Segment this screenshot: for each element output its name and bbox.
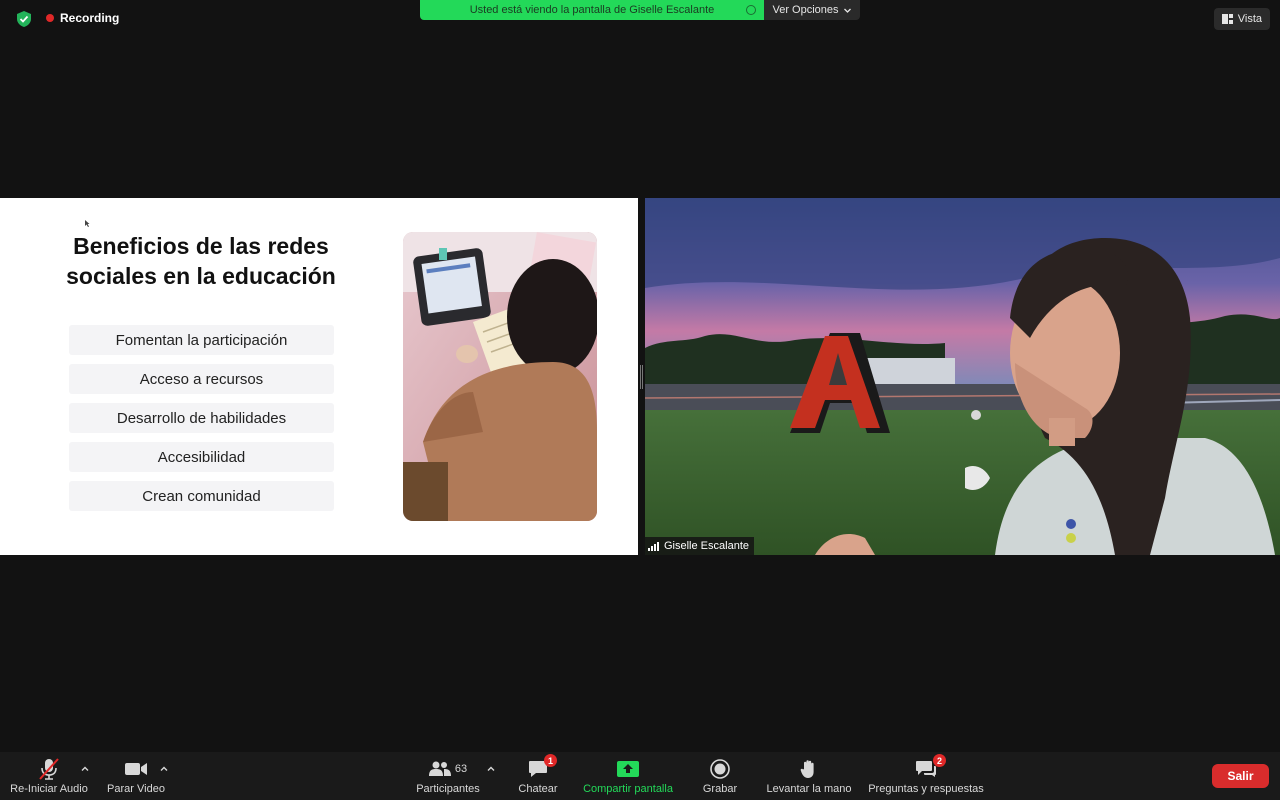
share-status: Usted está viendo la pantalla de Giselle… <box>420 0 764 20</box>
recording-indicator[interactable]: Recording <box>46 11 119 25</box>
recording-label: Recording <box>60 11 120 25</box>
share-screen-icon <box>617 758 639 780</box>
slide-title: Beneficios de las redes sociales en la e… <box>66 233 336 289</box>
slide-item: Acceso a recursos <box>69 364 334 394</box>
video-button[interactable]: Parar Video <box>106 758 166 795</box>
audio-options-caret-icon[interactable] <box>80 764 90 774</box>
recording-dot-icon <box>46 14 54 22</box>
view-options-button[interactable]: Ver Opciones <box>764 0 860 20</box>
participants-icon: 63 <box>428 758 468 780</box>
participants-label: Participantes <box>416 783 480 795</box>
raise-hand-label: Levantar la mano <box>766 783 852 795</box>
mouse-cursor-icon <box>85 220 90 227</box>
meeting-window: Recording Usted está viendo la pantalla … <box>0 0 1280 800</box>
signal-strength-icon <box>648 541 659 551</box>
record-label: Grabar <box>702 783 738 795</box>
participants-button[interactable]: 63 Participantes <box>414 758 482 795</box>
view-button-label: Vista <box>1237 13 1262 25</box>
video-label: Parar Video <box>107 783 165 795</box>
qa-label: Preguntas y respuestas <box>868 783 984 795</box>
video-options-caret-icon[interactable] <box>159 764 169 774</box>
meeting-toolbar: Re-Iniciar Audio Parar Video 63 Particip… <box>0 752 1280 800</box>
participant-name: Giselle Escalante <box>664 540 749 552</box>
leave-meeting-button[interactable]: Salir <box>1212 764 1269 788</box>
chevron-down-icon <box>843 8 851 13</box>
qa-unread-badge: 2 <box>933 754 946 767</box>
slide-item: Accesibilidad <box>69 442 334 472</box>
qa-icon: 2 <box>915 754 946 780</box>
share-screen-label: Compartir pantalla <box>583 783 673 795</box>
chat-bubble-icon: 1 <box>528 754 557 780</box>
participant-video[interactable] <box>645 198 1280 555</box>
share-status-icon <box>746 5 756 15</box>
shield-icon[interactable] <box>15 10 33 28</box>
slide-item: Crean comunidad <box>69 481 334 511</box>
participants-options-caret-icon[interactable] <box>486 764 496 774</box>
qa-button[interactable]: 2 Preguntas y respuestas <box>866 754 986 795</box>
raise-hand-button[interactable]: Levantar la mano <box>764 758 854 795</box>
chat-label: Chatear <box>518 783 558 795</box>
participants-count: 63 <box>454 763 468 775</box>
split-view-resize-handle[interactable] <box>640 365 643 389</box>
audio-button[interactable]: Re-Iniciar Audio <box>9 758 89 795</box>
shared-slide: Beneficios de las redes sociales en la e… <box>0 198 638 555</box>
share-status-text: Usted está viendo la pantalla de Giselle… <box>469 4 715 16</box>
mic-muted-icon <box>37 758 61 780</box>
audio-label: Re-Iniciar Audio <box>10 783 88 795</box>
slide-item: Desarrollo de habilidades <box>69 403 334 433</box>
chat-unread-badge: 1 <box>544 754 557 767</box>
raise-hand-icon <box>800 758 818 780</box>
participant-nameplate: Giselle Escalante <box>643 537 754 555</box>
grid-view-icon <box>1221 14 1233 24</box>
view-button[interactable]: Vista <box>1213 8 1270 30</box>
screen-share-banner: Usted está viendo la pantalla de Giselle… <box>420 0 860 20</box>
chat-button[interactable]: 1 Chatear <box>516 754 560 795</box>
share-screen-button[interactable]: Compartir pantalla <box>578 758 678 795</box>
video-camera-icon <box>124 758 148 780</box>
record-icon <box>710 758 730 780</box>
view-options-label: Ver Opciones <box>772 4 839 16</box>
slide-photo-student-with-tablet <box>403 232 597 521</box>
record-button[interactable]: Grabar <box>698 758 742 795</box>
slide-item: Fomentan la participación <box>69 325 334 355</box>
